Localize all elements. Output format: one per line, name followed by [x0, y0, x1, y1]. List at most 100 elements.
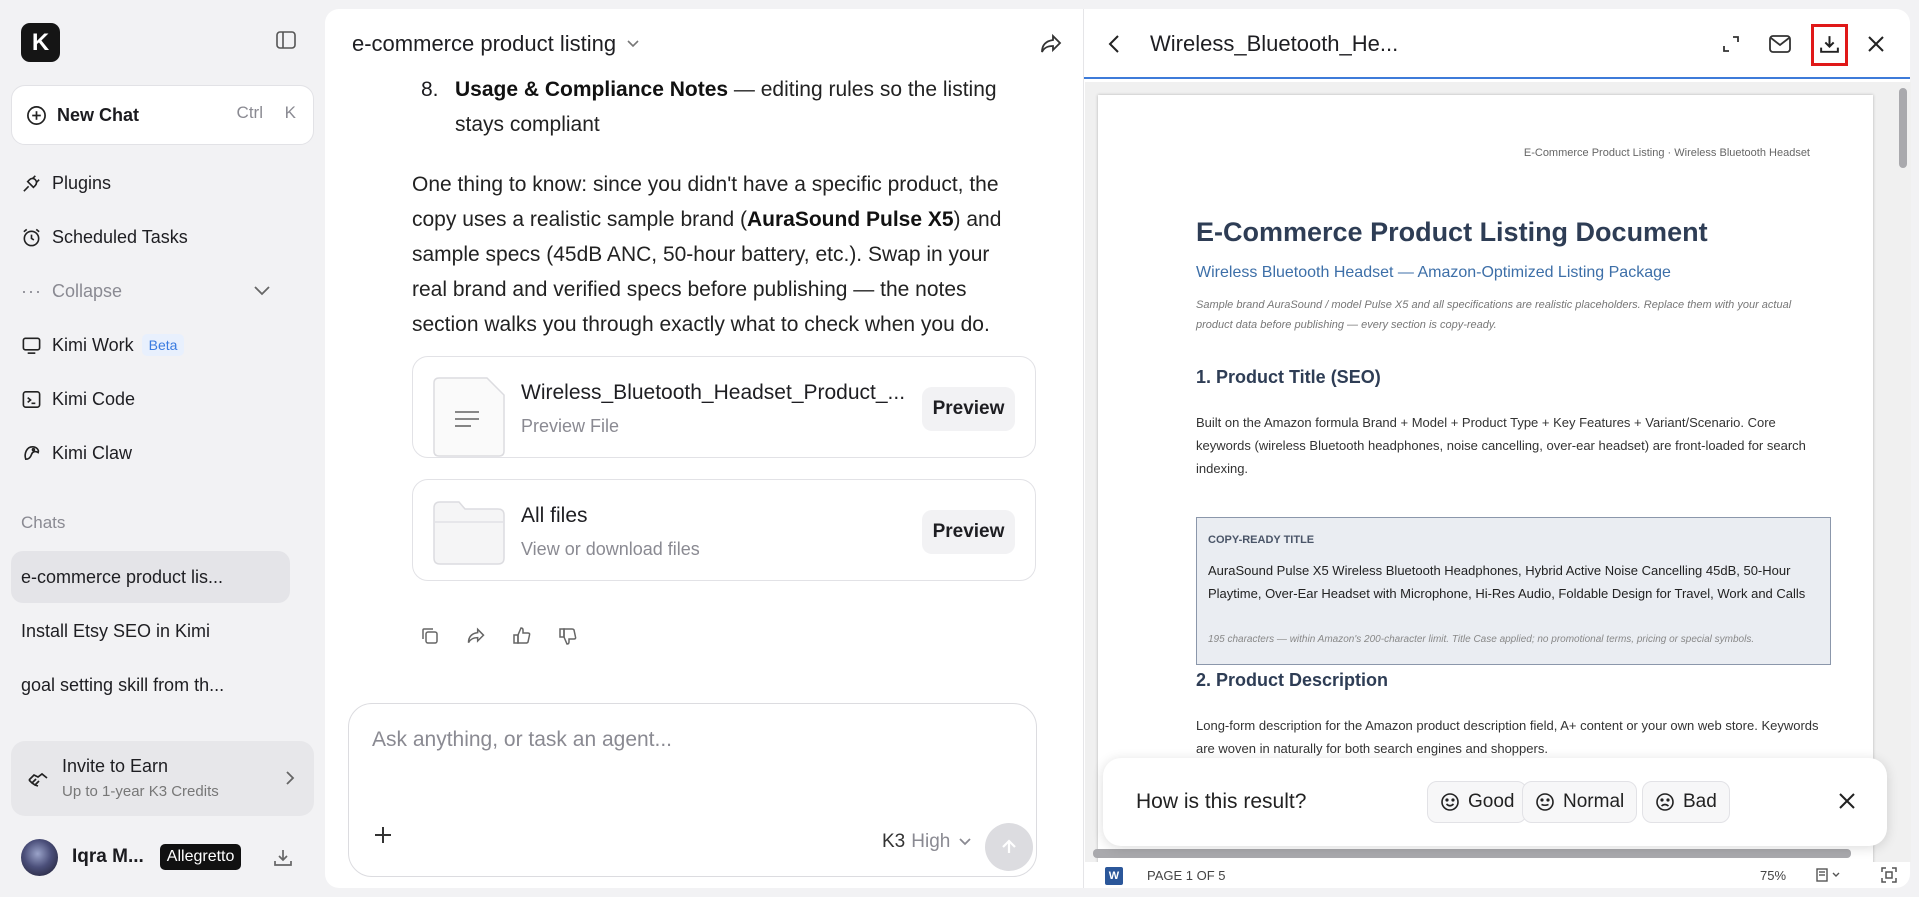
plug-icon: [23, 174, 40, 192]
neutral-face-icon: [1536, 793, 1554, 811]
message-composer[interactable]: Ask anything, or task an agent... K3 Hig…: [348, 703, 1037, 877]
sidebar-collapse[interactable]: ··· Collapse: [21, 274, 122, 308]
doc-section-heading: 1. Product Title (SEO): [1196, 367, 1381, 387]
close-icon[interactable]: [1866, 34, 1886, 54]
kimi-logo[interactable]: K: [21, 23, 60, 62]
preview-button[interactable]: Preview: [922, 510, 1015, 554]
chat-title-dropdown[interactable]: e-commerce product listing: [352, 31, 640, 57]
more-dots-icon: ···: [21, 280, 42, 301]
file-card-document[interactable]: Wireless_Bluetooth_Headset_Product_... P…: [412, 356, 1036, 458]
claw-icon: [24, 445, 40, 460]
model-selector[interactable]: K3 High: [882, 831, 972, 853]
handshake-icon: [28, 772, 48, 787]
user-profile[interactable]: Iqra M... Allegretto: [21, 838, 242, 876]
paragraph-brand: AuraSound Pulse X5: [747, 208, 954, 231]
mail-icon[interactable]: [1768, 34, 1792, 54]
copy-box-footnote: 195 characters — within Amazon's 200-cha…: [1208, 634, 1755, 645]
doc-paragraph: Long-form description for the Amazon pro…: [1196, 718, 1819, 756]
vertical-scrollbar[interactable]: [1899, 88, 1907, 168]
chats-section-label: Chats: [21, 513, 66, 532]
thumbs-up-icon[interactable]: [512, 626, 532, 646]
preview-button[interactable]: Preview: [922, 387, 1015, 431]
result-feedback-popup: How is this result? Good Normal Bad: [1103, 758, 1887, 846]
chat-history-item[interactable]: goal setting skill from th...: [11, 659, 290, 711]
viewer-status-bar: W PAGE 1 OF 5 75%: [1084, 862, 1910, 888]
composer-placeholder[interactable]: Ask anything, or task an agent...: [372, 728, 672, 752]
chevron-down-icon: [627, 40, 639, 48]
feedback-bad-button[interactable]: Bad: [1642, 781, 1730, 823]
alarm-clock-icon: [23, 228, 40, 246]
avatar[interactable]: [21, 838, 58, 876]
new-chat-button[interactable]: New Chat Ctrl K: [11, 85, 314, 145]
chevron-down-icon[interactable]: [252, 283, 272, 297]
list-number: 8.: [421, 78, 439, 101]
word-document-icon: W: [1105, 867, 1123, 885]
page-view-icon[interactable]: [1815, 867, 1843, 883]
document-viewer[interactable]: E-Commerce Product Listing · Wireless Bl…: [1085, 82, 1911, 862]
copy-icon[interactable]: [420, 626, 440, 646]
chat-history-item[interactable]: Install Etsy SEO in Kimi: [11, 605, 290, 657]
feedback-bad-label: Bad: [1683, 791, 1717, 812]
message-actions: [420, 626, 578, 646]
doc-subtitle: Wireless Bluetooth Headset — Amazon-Opti…: [1196, 264, 1671, 281]
list-item-bold: Usage & Compliance Notes: [455, 78, 729, 101]
doc-section-heading: 2. Product Description: [1196, 670, 1389, 690]
thumbs-down-icon[interactable]: [558, 626, 578, 646]
back-arrow-icon[interactable]: [1107, 33, 1121, 55]
sidebar-item-label: Scheduled Tasks: [52, 226, 188, 247]
terminal-icon: [22, 390, 41, 408]
sidebar-item-kimi-work[interactable]: Kimi Work Beta: [21, 328, 185, 362]
doc-note: Sample brand AuraSound / model Pulse X5 …: [1196, 299, 1792, 331]
invite-subtitle: Up to 1-year K3 Credits: [62, 783, 219, 800]
invite-to-earn-card[interactable]: Invite to Earn Up to 1-year K3 Credits: [11, 741, 314, 816]
expand-icon[interactable]: [1721, 34, 1741, 54]
share-icon[interactable]: [466, 626, 486, 646]
monitor-icon: [22, 337, 41, 354]
beta-badge: Beta: [141, 334, 185, 356]
sidebar-item-kimi-code[interactable]: Kimi Code: [21, 382, 135, 416]
chat-history-item[interactable]: e-commerce product lis...: [11, 551, 290, 603]
arrow-up-icon: [1002, 839, 1016, 853]
new-chat-label: New Chat: [57, 104, 140, 125]
feedback-good-button[interactable]: Good: [1427, 781, 1528, 823]
plus-icon[interactable]: [372, 824, 394, 846]
chat-title: e-commerce product listing: [352, 31, 617, 56]
copy-ready-title-box: COPY-READY TITLE AuraSound Pulse X5 Wire…: [1196, 517, 1831, 665]
preview-header: Wireless_Bluetooth_He...: [1084, 9, 1910, 79]
sidebar-item-label: Collapse: [51, 280, 123, 301]
page-indicator: PAGE 1 OF 5: [1147, 868, 1226, 883]
shortcut-k: K: [284, 103, 296, 122]
download-icon[interactable]: [1818, 33, 1841, 56]
doc-title: E-Commerce Product Listing Document: [1196, 217, 1708, 247]
copy-box-caption: COPY-READY TITLE: [1208, 534, 1315, 546]
send-button[interactable]: [985, 823, 1033, 871]
feedback-question: How is this result?: [1136, 790, 1307, 813]
doc-running-header: E-Commerce Product Listing · Wireless Bl…: [1523, 147, 1810, 159]
feedback-normal-button[interactable]: Normal: [1522, 781, 1638, 823]
doc-paragraph: Built on the Amazon formula Brand + Mode…: [1196, 415, 1806, 476]
zoom-level[interactable]: 75%: [1760, 868, 1786, 883]
share-icon[interactable]: [1039, 32, 1063, 56]
assistant-paragraph: One thing to know: since you didn't have…: [412, 167, 1022, 342]
close-icon[interactable]: [1837, 791, 1857, 811]
fullscreen-icon[interactable]: [1880, 866, 1898, 884]
sidebar-item-label: Kimi Claw: [52, 442, 133, 463]
user-name: Iqra M...: [72, 846, 144, 867]
sidebar-item-plugins[interactable]: Plugins: [21, 166, 111, 200]
sidebar-toggle-icon[interactable]: [275, 29, 297, 51]
sidebar: K New Chat Ctrl K Plugins Scheduled Task…: [0, 0, 325, 897]
model-mode: High: [911, 831, 951, 852]
invite-title: Invite to Earn: [62, 756, 169, 776]
chevron-down-icon: [959, 838, 971, 846]
feedback-good-label: Good: [1468, 791, 1515, 812]
plan-badge: Allegretto: [159, 844, 242, 870]
sidebar-item-kimi-claw[interactable]: Kimi Claw: [21, 436, 132, 470]
list-item-text: Usage & Compliance Notes — editing rules…: [455, 72, 1015, 142]
file-name: Wireless_Bluetooth_Headset_Product_...: [521, 381, 906, 404]
shortcut-ctrl: Ctrl: [236, 103, 263, 122]
horizontal-scrollbar[interactable]: [1093, 849, 1851, 858]
file-card-all-files[interactable]: All files View or download files Preview: [412, 479, 1036, 581]
document-file-icon: [433, 377, 505, 457]
download-app-icon[interactable]: [272, 847, 294, 869]
sidebar-item-scheduled-tasks[interactable]: Scheduled Tasks: [21, 220, 188, 254]
